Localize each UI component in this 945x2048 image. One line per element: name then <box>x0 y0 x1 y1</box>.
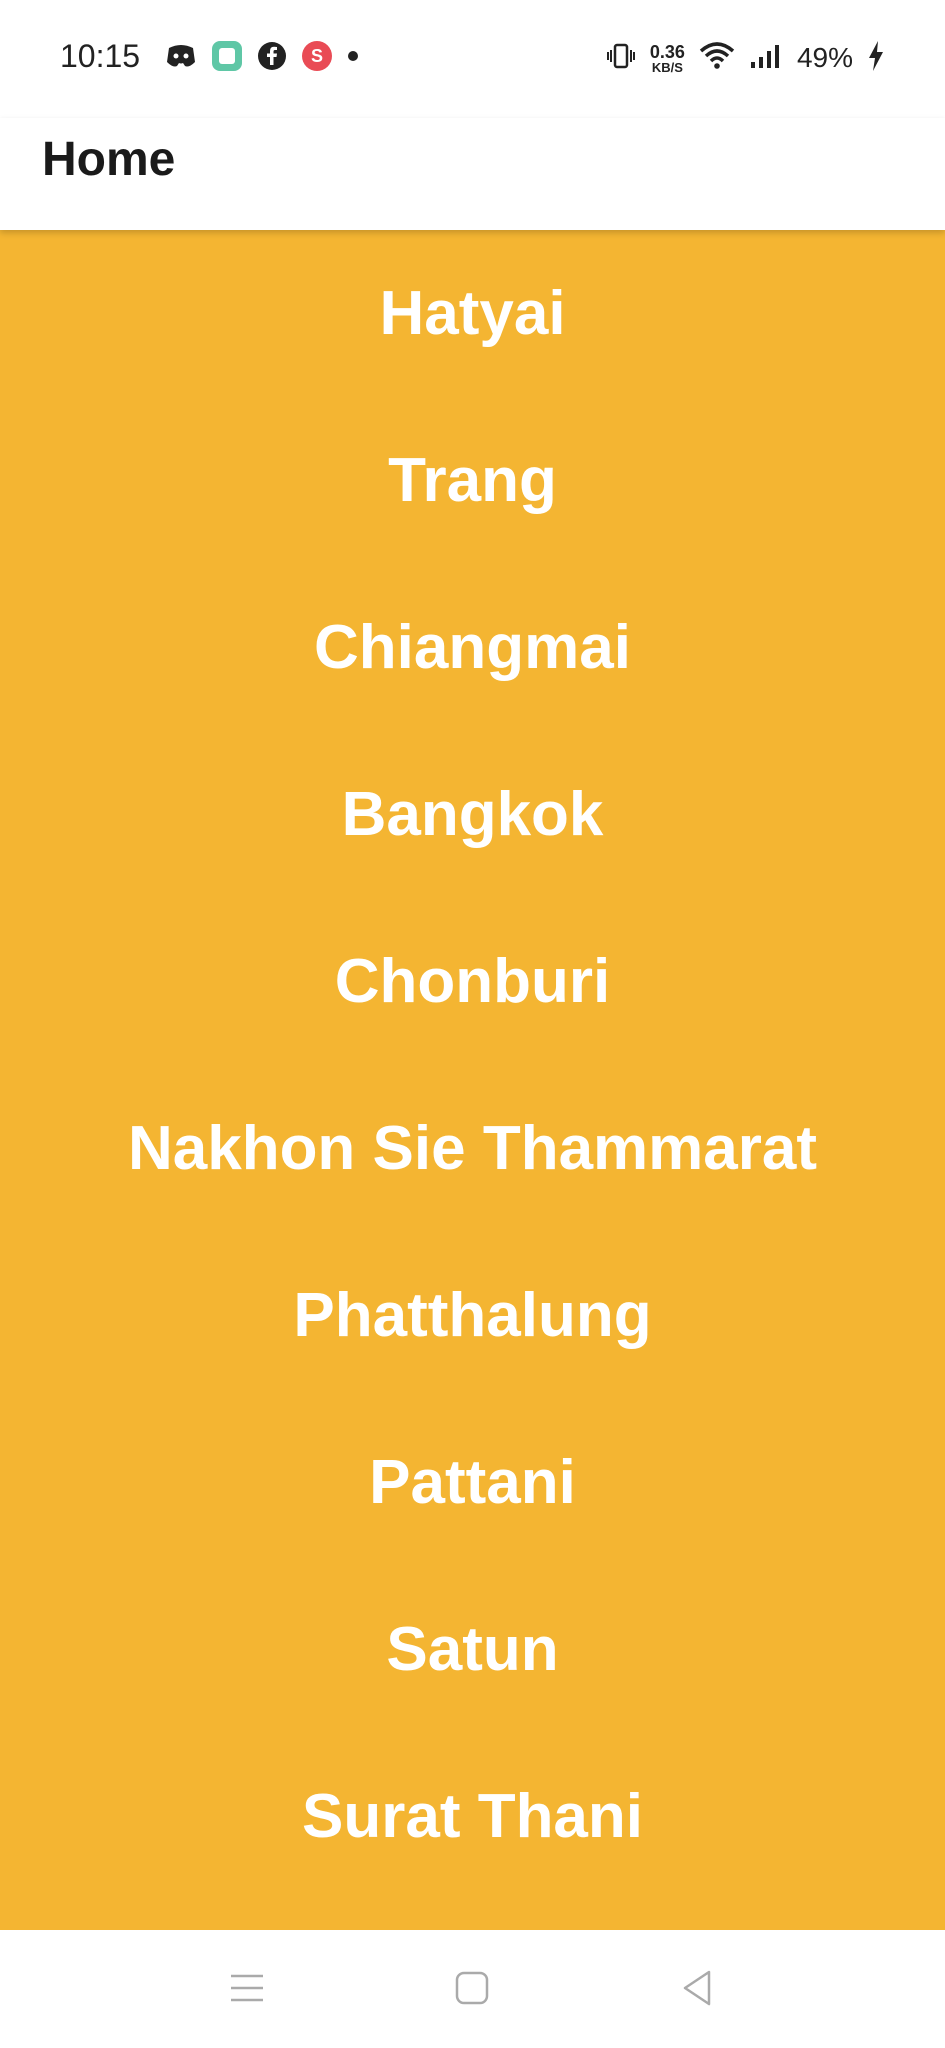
status-notification-icons: S <box>165 40 359 76</box>
app-icon <box>211 40 243 77</box>
net-speed-value: 0.36 <box>649 41 685 62</box>
facebook-icon <box>257 41 287 76</box>
menu-button[interactable] <box>217 1960 277 2020</box>
vibrate-icon <box>606 41 636 76</box>
menu-icon <box>227 1970 267 2011</box>
page-title: Home <box>42 133 176 186</box>
charging-icon <box>867 40 885 77</box>
wifi-icon <box>699 41 735 76</box>
discord-icon <box>165 42 197 75</box>
status-system-icons: 0.36 KB/S 49% <box>606 38 885 78</box>
city-list-container[interactable]: Hatyai Trang Chiangmai Bangkok Chonburi … <box>0 230 945 1930</box>
s-app-icon: S <box>301 40 333 77</box>
back-icon <box>679 1968 715 2013</box>
home-button[interactable] <box>442 1960 502 2020</box>
city-list-item[interactable]: Satun <box>0 1566 945 1733</box>
svg-text:S: S <box>311 46 323 66</box>
city-list: Hatyai Trang Chiangmai Bangkok Chonburi … <box>0 230 945 1900</box>
app-bar: Home <box>0 118 945 230</box>
status-bar: 10:15 S 0.36 KB/S 49% <box>0 0 945 118</box>
city-list-item[interactable]: Hatyai <box>0 230 945 397</box>
city-list-item[interactable]: Nakhon Sie Thammarat <box>0 1065 945 1232</box>
city-list-item[interactable]: Phatthalung <box>0 1232 945 1399</box>
net-speed-unit: KB/S <box>651 59 683 75</box>
back-button[interactable] <box>667 1960 727 2020</box>
signal-icon <box>749 42 783 75</box>
system-nav-bar <box>0 1930 945 2048</box>
dot-icon <box>347 49 359 67</box>
city-list-item[interactable]: Chonburi <box>0 898 945 1065</box>
status-time: 10:15 <box>60 38 141 74</box>
home-icon <box>454 1970 490 2011</box>
battery-percent: 49% <box>796 42 853 73</box>
city-list-item[interactable]: Bangkok <box>0 731 945 898</box>
net-speed: 0.36 KB/S <box>650 43 685 74</box>
city-list-item[interactable]: Trang <box>0 397 945 564</box>
city-list-item[interactable]: Chiangmai <box>0 564 945 731</box>
city-list-item[interactable]: Surat Thani <box>0 1733 945 1900</box>
city-list-item[interactable]: Pattani <box>0 1399 945 1566</box>
